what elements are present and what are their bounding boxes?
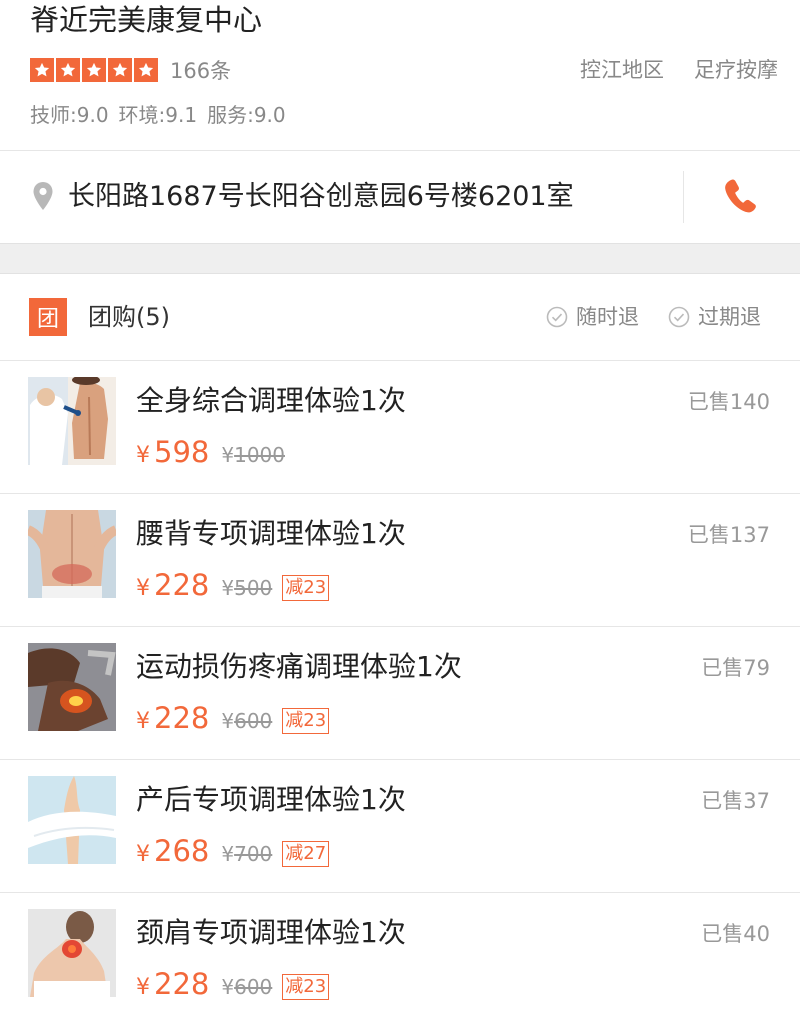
original-price-value: 500 [234, 576, 273, 600]
original-price: ¥1000 [221, 443, 285, 467]
currency-symbol: ¥ [136, 842, 150, 867]
original-currency: ¥ [221, 975, 235, 999]
deal-price: 228 [154, 701, 210, 735]
original-currency: ¥ [221, 443, 235, 467]
price-row: ¥ 598 ¥1000 [136, 435, 285, 475]
deal-thumbnail [28, 377, 116, 465]
deal-title: 运动损伤疼痛调理体验1次 [136, 650, 462, 683]
group-buy-badge: 团 [29, 298, 67, 336]
original-price-value: 600 [234, 709, 273, 733]
section-gap [0, 243, 800, 274]
deal-item[interactable]: 产后专项调理体验1次 已售37 ¥ 268 ¥700 减27 [0, 759, 800, 892]
deal-title: 颈肩专项调理体验1次 [136, 916, 406, 949]
deal-title: 腰背专项调理体验1次 [136, 517, 406, 550]
shop-header: 脊近完美康复中心 166条 控江地区 足疗按摩 技师:9.0 环境:9.1 服务… [0, 0, 800, 150]
original-currency: ¥ [221, 576, 235, 600]
deal-price: 598 [154, 435, 210, 469]
original-price-value: 600 [234, 975, 273, 999]
star-icon [82, 58, 106, 82]
discount-badge: 减27 [282, 841, 330, 867]
review-count[interactable]: 166条 [170, 55, 231, 85]
category-tag[interactable]: 足疗按摩 [694, 56, 778, 84]
score-service: 服务:9.0 [207, 103, 286, 127]
deal-thumbnail [28, 909, 116, 997]
policy-label: 随时退 [576, 305, 639, 329]
deal-title: 产后专项调理体验1次 [136, 783, 406, 816]
price-row: ¥ 268 ¥700 减27 [136, 834, 330, 874]
sold-count: 已售79 [701, 656, 770, 680]
call-button[interactable] [716, 175, 766, 219]
refund-expired-policy: 过期退 [668, 300, 761, 334]
deal-item[interactable]: 颈肩专项调理体验1次 已售40 ¥ 228 ¥600 减23 [0, 892, 800, 1018]
discount-badge: 减23 [282, 974, 330, 1000]
deal-thumbnail [28, 643, 116, 731]
deal-item[interactable]: 全身综合调理体验1次 已售140 ¥ 598 ¥1000 [0, 360, 800, 493]
star-icon [108, 58, 132, 82]
deal-price: 228 [154, 967, 210, 1001]
deal-thumbnail [28, 776, 116, 864]
address-row[interactable]: 长阳路1687号长阳谷创意园6号楼6201室 [0, 151, 800, 243]
sold-count: 已售140 [687, 390, 770, 414]
phone-icon [725, 179, 756, 213]
star-rating [30, 58, 158, 82]
currency-symbol: ¥ [136, 576, 150, 601]
check-circle-icon [546, 306, 568, 328]
sub-scores: 技师:9.0 环境:9.1 服务:9.0 [30, 100, 286, 130]
score-technician: 技师:9.0 [30, 103, 109, 127]
deal-price: 228 [154, 568, 210, 602]
rating-row: 166条 [30, 56, 231, 84]
deal-title: 全身综合调理体验1次 [136, 384, 406, 417]
price-row: ¥ 228 ¥600 减23 [136, 967, 330, 1007]
discount-badge: 减23 [282, 575, 330, 601]
price-row: ¥ 228 ¥600 减23 [136, 701, 330, 741]
star-icon [134, 58, 158, 82]
original-currency: ¥ [221, 709, 235, 733]
star-icon [56, 58, 80, 82]
currency-symbol: ¥ [136, 443, 150, 468]
original-price-value: 1000 [234, 443, 285, 467]
original-price-value: 700 [234, 842, 273, 866]
sold-count: 已售40 [701, 922, 770, 946]
shop-name: 脊近完美康复中心 [30, 3, 263, 37]
original-price: ¥600 [221, 709, 272, 733]
sold-count: 已售137 [687, 523, 770, 547]
deal-price: 268 [154, 834, 210, 868]
original-currency: ¥ [221, 842, 235, 866]
deal-list: 全身综合调理体验1次 已售140 ¥ 598 ¥1000 腰背专项调理体验1次 … [0, 360, 800, 1018]
score-environment: 环境:9.1 [118, 103, 198, 127]
deal-thumbnail [28, 510, 116, 598]
discount-badge: 减23 [282, 708, 330, 734]
original-price: ¥600 [221, 975, 272, 999]
currency-symbol: ¥ [136, 709, 150, 734]
refund-anytime-policy: 随时退 [546, 300, 639, 334]
price-row: ¥ 228 ¥500 减23 [136, 568, 330, 608]
policy-label: 过期退 [698, 305, 761, 329]
star-icon [30, 58, 54, 82]
sold-count: 已售37 [701, 789, 770, 813]
deal-item[interactable]: 运动损伤疼痛调理体验1次 已售79 ¥ 228 ¥600 减23 [0, 626, 800, 759]
map-pin-icon [33, 182, 53, 210]
group-buy-header: 团 团购(5) 随时退 过期退 [0, 274, 800, 360]
check-circle-icon [668, 306, 690, 328]
group-buy-title: 团购(5) [88, 303, 170, 331]
deal-item[interactable]: 腰背专项调理体验1次 已售137 ¥ 228 ¥500 减23 [0, 493, 800, 626]
original-price: ¥500 [221, 576, 272, 600]
currency-symbol: ¥ [136, 975, 150, 1000]
original-price: ¥700 [221, 842, 272, 866]
address-text[interactable]: 长阳路1687号长阳谷创意园6号楼6201室 [68, 177, 574, 217]
district-tag[interactable]: 控江地区 [580, 56, 664, 84]
divider [683, 171, 684, 223]
